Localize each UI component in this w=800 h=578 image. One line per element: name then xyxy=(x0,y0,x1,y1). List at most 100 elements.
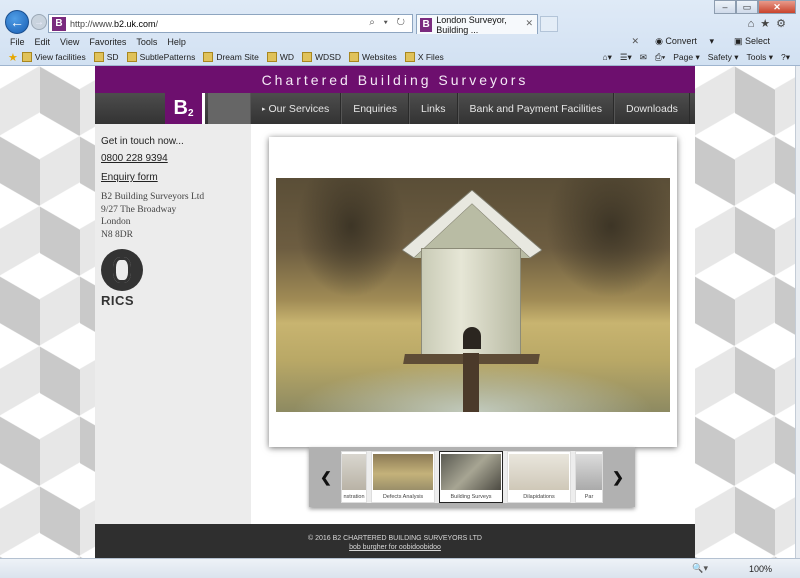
tools-menu-label: Tools xyxy=(746,51,767,62)
nav-label: Downloads xyxy=(625,102,678,115)
photo-tree xyxy=(546,178,670,298)
mail-icon[interactable]: ✉ xyxy=(640,52,647,63)
slideshow-image-birdhouse[interactable] xyxy=(276,178,670,412)
fav-label: SubtlePatterns xyxy=(139,52,196,62)
fav-label: View facilities xyxy=(34,52,86,62)
feeds-icon[interactable]: ☰▾ xyxy=(620,52,632,63)
settings-gear-icon[interactable]: ⚙ xyxy=(776,18,792,30)
menu-file[interactable]: File xyxy=(10,37,25,47)
main-nav: B2 ▸ Our Services Enquiries Links Bank an… xyxy=(95,93,695,124)
thumbnail-demonstration[interactable]: nstration xyxy=(341,451,367,503)
tools-menu[interactable]: Tools ▾ xyxy=(747,52,773,63)
page-menu[interactable]: Page ▾ xyxy=(673,52,700,63)
phone-link[interactable]: 0800 228 9394 xyxy=(101,153,251,164)
menu-bar: File Edit View Favorites Tools Help ✕ ◉ … xyxy=(0,34,800,49)
close-menu-icon[interactable]: ✕ xyxy=(632,36,640,47)
nav-label: Links xyxy=(420,102,446,115)
menu-help[interactable]: Help xyxy=(167,37,186,47)
fav-label: Websites xyxy=(362,52,397,62)
safety-menu[interactable]: Safety ▾ xyxy=(708,52,739,63)
carousel-prev-button[interactable]: ❮ xyxy=(313,452,339,502)
tab-close-icon[interactable]: ✕ xyxy=(525,18,533,29)
favorites-bar: ★ View facilities SD SubtlePatterns Drea… xyxy=(0,49,800,65)
browser-tab[interactable]: B London Surveyor, Building ... ✕ xyxy=(416,14,538,35)
home-icon[interactable]: ⌂▾ xyxy=(602,52,611,63)
web-page: Chartered Building Surveyors B2 ▸ Our Ser… xyxy=(95,66,695,558)
background-pattern-right xyxy=(695,66,795,558)
page-icon xyxy=(302,52,313,62)
thumbnail-defects-analysis[interactable]: Defects Analysis xyxy=(371,451,435,503)
thumbnail-caption: Par xyxy=(584,494,594,500)
vertical-scrollbar[interactable] xyxy=(795,66,800,558)
page-icon xyxy=(266,52,277,62)
enquiry-form-link[interactable]: Enquiry form xyxy=(101,172,251,183)
fav-websites[interactable]: Websites xyxy=(349,52,397,62)
thumbnail-partial[interactable]: Par xyxy=(575,451,603,503)
page-icon xyxy=(126,52,137,62)
fav-view-facilities[interactable]: View facilities xyxy=(21,52,86,62)
favorites-star-icon[interactable]: ★ xyxy=(8,51,18,64)
minimize-button[interactable]: – xyxy=(714,0,736,14)
page-icon xyxy=(203,52,214,62)
carousel-next-button[interactable]: ❯ xyxy=(605,452,631,502)
forward-button[interactable]: → xyxy=(31,14,47,30)
nav-label: Our Services xyxy=(268,102,330,115)
thumbnail-image xyxy=(441,454,501,490)
menu-favorites[interactable]: Favorites xyxy=(89,37,126,47)
menu-edit[interactable]: Edit xyxy=(35,37,51,47)
nav-our-services[interactable]: ▸ Our Services xyxy=(250,93,342,124)
close-window-button[interactable]: ✕ xyxy=(758,0,796,14)
fav-sd[interactable]: SD xyxy=(93,52,119,62)
thumbnail-strip: nstration Defects Analysis Building Surv… xyxy=(341,451,603,503)
page-icon xyxy=(21,52,32,62)
fav-label: SD xyxy=(106,52,119,62)
site-favicon: B xyxy=(52,16,66,31)
slideshow-frame xyxy=(269,137,677,447)
logo-subscript: 2 xyxy=(187,108,194,119)
nav-bank-payment[interactable]: Bank and Payment Facilities xyxy=(457,93,614,124)
maximize-button[interactable]: ▭ xyxy=(736,0,758,14)
back-button[interactable]: ← xyxy=(5,10,29,34)
address-line: B2 Building Surveyors Ltd xyxy=(101,192,205,202)
menu-bar-right: ✕ ◉ Convert ▾ ▣ Select xyxy=(632,36,790,47)
birdhouse-hole xyxy=(463,327,481,349)
menu-view[interactable]: View xyxy=(60,37,79,47)
fav-label: WDSD xyxy=(315,52,341,62)
folder-icon xyxy=(404,52,415,62)
rics-logo: RICS xyxy=(101,249,145,308)
thumbnail-building-surveys[interactable]: Building Surveys xyxy=(439,451,503,503)
menu-tools[interactable]: Tools xyxy=(136,37,157,47)
command-bar: ⌂▾ ☰▾ ✉ ⎙▾ Page ▾ Safety ▾ Tools ▾ ?▾ xyxy=(602,52,790,63)
zoom-icon[interactable]: 🔍▾ xyxy=(692,563,708,574)
logo-letter: B xyxy=(173,97,188,119)
fav-x-files[interactable]: X Files xyxy=(404,52,444,62)
nav-downloads[interactable]: Downloads xyxy=(613,93,690,124)
zoom-level[interactable]: 100% xyxy=(749,564,772,574)
browser-chrome: ← → B http://www.b2.uk.com/ ⌕ ▾ ↻ B Lond… xyxy=(0,0,800,66)
address-tools[interactable]: ⌕ ▾ ↻ xyxy=(369,17,408,28)
footer-credit-link[interactable]: bob burgher for oobidoobidoo xyxy=(349,544,441,551)
fav-wdsd[interactable]: WDSD xyxy=(302,52,341,62)
fav-wd[interactable]: WD xyxy=(266,52,294,62)
favorites-star-icon[interactable]: ★ xyxy=(760,18,776,30)
safety-menu-label: Safety xyxy=(707,51,732,62)
site-logo[interactable]: B2 xyxy=(165,93,205,124)
address-bar[interactable]: B http://www.b2.uk.com/ ⌕ ▾ ↻ xyxy=(48,14,413,33)
window-controls: – ▭ ✕ xyxy=(714,0,796,14)
fav-dream-site[interactable]: Dream Site xyxy=(203,52,259,62)
new-tab-button[interactable] xyxy=(540,16,558,32)
nav-links[interactable]: Links xyxy=(408,93,458,124)
print-icon[interactable]: ⎙▾ xyxy=(655,52,665,63)
fav-label: Dream Site xyxy=(216,52,259,62)
nav-enquiries[interactable]: Enquiries xyxy=(341,93,409,124)
page-icon xyxy=(93,52,104,62)
address-line: 9/27 The Broadway xyxy=(101,204,177,215)
get-in-touch-heading: Get in touch now... xyxy=(101,136,184,147)
thumbnail-dilapidations[interactable]: Dilapidations xyxy=(507,451,571,503)
fav-subtlepatterns[interactable]: SubtlePatterns xyxy=(126,52,196,62)
sidebar: Get in touch now... 0800 228 9394 Enquir… xyxy=(95,124,251,524)
select-button[interactable]: ▣ Select xyxy=(734,36,780,47)
home-icon[interactable]: ⌂ xyxy=(748,18,761,30)
help-icon[interactable]: ?▾ xyxy=(781,52,790,63)
convert-button[interactable]: ◉ Convert ▾ xyxy=(655,36,714,47)
